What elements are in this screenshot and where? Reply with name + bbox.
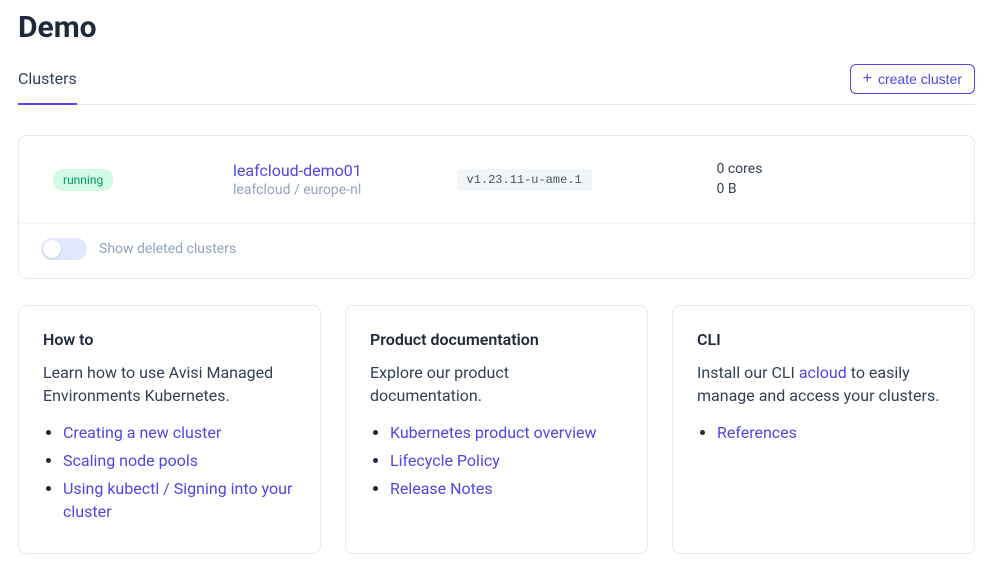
link-acloud[interactable]: acloud bbox=[799, 363, 847, 382]
link-release-notes[interactable]: Release Notes bbox=[390, 479, 493, 498]
cluster-name-cell: leafcloud-demo01 leafcloud / europe-nl bbox=[233, 161, 457, 198]
link-k8s-overview[interactable]: Kubernetes product overview bbox=[390, 423, 596, 442]
cluster-location: leafcloud / europe-nl bbox=[233, 182, 457, 198]
cluster-status-cell: running bbox=[53, 169, 233, 191]
link-kubectl-signin[interactable]: Using kubectl / Signing into your cluste… bbox=[63, 479, 292, 520]
cluster-version-cell: v1.23.11-u-ame.1 bbox=[457, 168, 717, 191]
cli-text-pre: Install our CLI bbox=[697, 363, 799, 382]
list-item: References bbox=[717, 422, 950, 444]
cluster-name-link[interactable]: leafcloud-demo01 bbox=[233, 161, 457, 180]
list-item: Scaling node pools bbox=[63, 450, 296, 472]
tab-clusters[interactable]: Clusters bbox=[18, 63, 77, 104]
info-cards: How to Learn how to use Avisi Managed En… bbox=[18, 305, 975, 554]
cluster-resources: 0 cores 0 B bbox=[717, 160, 941, 199]
link-scaling-pools[interactable]: Scaling node pools bbox=[63, 451, 198, 470]
list-item: Release Notes bbox=[390, 478, 623, 500]
cluster-row[interactable]: running leafcloud-demo01 leafcloud / eur… bbox=[19, 136, 974, 223]
card-docs: Product documentation Explore our produc… bbox=[345, 305, 648, 554]
clusters-list: running leafcloud-demo01 leafcloud / eur… bbox=[18, 135, 975, 279]
status-badge: running bbox=[53, 169, 113, 191]
card-cli-links: References bbox=[697, 422, 950, 444]
card-cli-title: CLI bbox=[697, 330, 950, 349]
page-title: Demo bbox=[18, 10, 975, 45]
show-deleted-toggle[interactable] bbox=[41, 238, 87, 260]
create-cluster-button[interactable]: + create cluster bbox=[850, 64, 975, 94]
link-create-cluster[interactable]: Creating a new cluster bbox=[63, 423, 221, 442]
card-docs-title: Product documentation bbox=[370, 330, 623, 349]
version-badge: v1.23.11-u-ame.1 bbox=[457, 169, 592, 191]
list-item: Kubernetes product overview bbox=[390, 422, 623, 444]
list-item: Creating a new cluster bbox=[63, 422, 296, 444]
card-howto-title: How to bbox=[43, 330, 296, 349]
list-item: Using kubectl / Signing into your cluste… bbox=[63, 478, 296, 523]
cluster-cores: 0 cores bbox=[717, 160, 941, 180]
show-deleted-label: Show deleted clusters bbox=[99, 241, 236, 257]
link-references[interactable]: References bbox=[717, 423, 797, 442]
show-deleted-row: Show deleted clusters bbox=[19, 223, 974, 278]
plus-icon: + bbox=[863, 71, 872, 87]
cluster-storage: 0 B bbox=[717, 180, 941, 200]
card-docs-text: Explore our product documentation. bbox=[370, 361, 623, 407]
tabbar: Clusters + create cluster bbox=[18, 63, 975, 105]
list-item: Lifecycle Policy bbox=[390, 450, 623, 472]
link-lifecycle-policy[interactable]: Lifecycle Policy bbox=[390, 451, 500, 470]
create-cluster-label: create cluster bbox=[878, 71, 962, 87]
card-cli-text: Install our CLI acloud to easily manage … bbox=[697, 361, 950, 407]
toggle-knob bbox=[43, 240, 61, 258]
card-howto: How to Learn how to use Avisi Managed En… bbox=[18, 305, 321, 554]
card-cli: CLI Install our CLI acloud to easily man… bbox=[672, 305, 975, 554]
card-howto-links: Creating a new cluster Scaling node pool… bbox=[43, 422, 296, 524]
card-docs-links: Kubernetes product overview Lifecycle Po… bbox=[370, 422, 623, 501]
card-howto-text: Learn how to use Avisi Managed Environme… bbox=[43, 361, 296, 407]
